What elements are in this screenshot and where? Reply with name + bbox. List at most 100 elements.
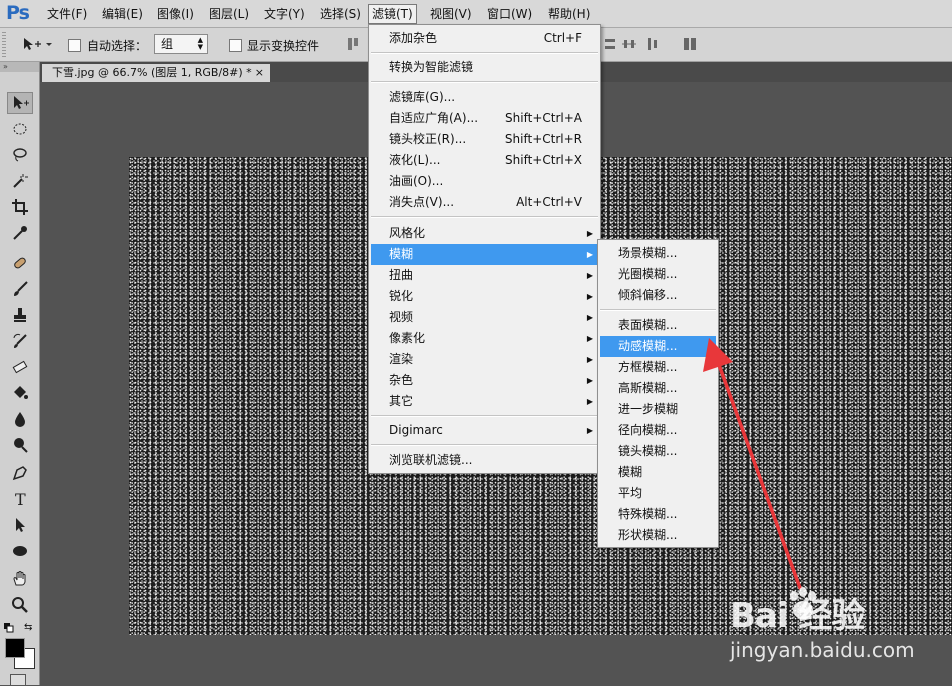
marquee-tool-icon[interactable]: [7, 118, 33, 140]
menu-item-video[interactable]: 视频 ▶: [371, 307, 598, 328]
hand-tool-icon[interactable]: [7, 568, 33, 590]
shortcut-label: Shift+Ctrl+A: [505, 111, 582, 125]
options-grip[interactable]: [2, 32, 6, 58]
submenu-item-radial-blur[interactable]: 径向模糊...: [600, 420, 716, 441]
submenu-item-box-blur[interactable]: 方框模糊...: [600, 357, 716, 378]
menu-item-oil-paint[interactable]: 油画(O)...: [371, 171, 598, 192]
menu-item-filter-gallery[interactable]: 滤镜库(G)...: [371, 87, 598, 108]
menu-type[interactable]: 文字(Y): [261, 4, 308, 24]
lasso-tool-icon[interactable]: [7, 144, 33, 166]
submenu-item-blur-more[interactable]: 进一步模糊: [600, 399, 716, 420]
zoom-tool-icon[interactable]: [7, 594, 33, 616]
paint-bucket-tool-icon[interactable]: [7, 382, 33, 404]
submenu-item-smart-blur[interactable]: 特殊模糊...: [600, 504, 716, 525]
brush-tool-icon[interactable]: [7, 278, 33, 300]
menu-item-blur[interactable]: 模糊 ▶: [371, 244, 598, 265]
submenu-item-gaussian-blur[interactable]: 高斯模糊...: [600, 378, 716, 399]
foreground-color-swatch[interactable]: [5, 638, 25, 658]
blur-submenu: 场景模糊... 光圈模糊... 倾斜偏移... 表面模糊... 动感模糊... …: [597, 239, 719, 548]
submenu-item-surface-blur[interactable]: 表面模糊...: [600, 315, 716, 336]
distribute-right-icon[interactable]: [645, 36, 659, 52]
submenu-arrow-icon: ▶: [586, 313, 593, 322]
menu-item-sharpen[interactable]: 锐化 ▶: [371, 286, 598, 307]
menu-item-convert-smart-filter[interactable]: 转换为智能滤镜: [371, 57, 598, 78]
ellipse-tool-icon[interactable]: [7, 540, 33, 562]
submenu-item-average[interactable]: 平均: [600, 483, 716, 504]
menu-item-vanishing-point[interactable]: 消失点(V)... Alt+Ctrl+V: [371, 192, 598, 213]
menu-item-lens-correction[interactable]: 镜头校正(R)... Shift+Ctrl+R: [371, 129, 598, 150]
align-top-icon[interactable]: [346, 36, 360, 52]
menu-help[interactable]: 帮助(H): [545, 4, 593, 24]
menu-separator: [371, 216, 598, 218]
watermark-url: jingyan.baidu.com: [730, 638, 915, 662]
swap-colors-icon[interactable]: ⇆: [24, 622, 32, 633]
menu-item-distort[interactable]: 扭曲 ▶: [371, 265, 598, 286]
menu-item-adaptive-wide-angle[interactable]: 自适应广角(A)... Shift+Ctrl+A: [371, 108, 598, 129]
submenu-item-lens-blur[interactable]: 镜头模糊...: [600, 441, 716, 462]
menu-item-add-noise[interactable]: 添加杂色 Ctrl+F: [371, 28, 598, 49]
submenu-item-field-blur[interactable]: 场景模糊...: [600, 243, 716, 264]
healing-brush-tool-icon[interactable]: [7, 252, 33, 274]
quick-mask-icon[interactable]: [10, 674, 26, 686]
submenu-item-iris-blur[interactable]: 光圈模糊...: [600, 264, 716, 285]
default-colors-icon[interactable]: [4, 622, 14, 633]
shortcut-label: Shift+Ctrl+R: [504, 132, 582, 146]
type-tool-icon[interactable]: T: [7, 488, 33, 510]
menu-file[interactable]: 文件(F): [44, 4, 90, 24]
menu-image[interactable]: 图像(I): [154, 4, 197, 24]
menu-item-browse-online-filters[interactable]: 浏览联机滤镜...: [371, 450, 598, 471]
menu-view[interactable]: 视图(V): [427, 4, 475, 24]
menu-item-pixelate[interactable]: 像素化 ▶: [371, 328, 598, 349]
menu-filter[interactable]: 滤镜(T): [368, 4, 417, 24]
menu-item-label: 模糊: [389, 247, 414, 261]
menu-item-stylize[interactable]: 风格化 ▶: [371, 223, 598, 244]
dodge-tool-icon[interactable]: [7, 434, 33, 456]
photoshop-logo: Ps: [6, 2, 30, 24]
menu-item-digimarc[interactable]: Digimarc ▶: [371, 420, 598, 441]
submenu-item-shape-blur[interactable]: 形状模糊...: [600, 525, 716, 546]
menu-window[interactable]: 窗口(W): [484, 4, 535, 24]
path-selection-tool-icon[interactable]: [7, 514, 33, 536]
auto-select-checkbox[interactable]: [68, 39, 81, 52]
menu-item-label: 油画(O)...: [389, 174, 444, 188]
spinner-arrows-icon: ▲ ▼: [197, 36, 203, 51]
menu-item-label: 锐化: [389, 289, 414, 303]
menu-layer[interactable]: 图层(L): [206, 4, 252, 24]
submenu-item-tilt-shift[interactable]: 倾斜偏移...: [600, 285, 716, 306]
move-tool-icon[interactable]: [7, 92, 33, 114]
history-brush-tool-icon[interactable]: [7, 330, 33, 352]
pen-tool-icon[interactable]: [7, 462, 33, 484]
submenu-arrow-icon: ▶: [586, 355, 593, 364]
auto-align-icon[interactable]: [683, 36, 697, 52]
blur-tool-icon[interactable]: [7, 408, 33, 430]
menu-edit[interactable]: 编辑(E): [99, 4, 146, 24]
magic-wand-tool-icon[interactable]: [7, 170, 33, 192]
eyedropper-tool-icon[interactable]: [7, 222, 33, 244]
submenu-item-blur[interactable]: 模糊: [600, 462, 716, 483]
document-tab[interactable]: 下雪.jpg @ 66.7% (图层 1, RGB/8#) * ×: [42, 64, 270, 82]
menu-select[interactable]: 选择(S): [317, 4, 364, 24]
distribute-center-icon[interactable]: [622, 36, 636, 52]
menu-item-noise[interactable]: 杂色 ▶: [371, 370, 598, 391]
eraser-tool-icon[interactable]: [7, 356, 33, 378]
clone-stamp-tool-icon[interactable]: [7, 304, 33, 326]
move-tool-preset-icon[interactable]: [22, 36, 52, 52]
menu-item-label: 其它: [389, 394, 414, 408]
menu-item-other[interactable]: 其它 ▶: [371, 391, 598, 412]
menu-item-label: Digimarc: [389, 423, 443, 437]
menu-item-liquify[interactable]: 液化(L)... Shift+Ctrl+X: [371, 150, 598, 171]
distribute-icon[interactable]: [603, 36, 617, 52]
menu-item-render[interactable]: 渲染 ▶: [371, 349, 598, 370]
show-transform-checkbox[interactable]: [229, 39, 242, 52]
menu-separator: [371, 81, 598, 83]
submenu-arrow-icon: ▶: [586, 229, 593, 238]
submenu-item-motion-blur[interactable]: 动感模糊...: [600, 336, 716, 357]
show-transform-label: 显示变换控件: [247, 39, 320, 53]
auto-select-dropdown[interactable]: 组 ▲ ▼: [154, 34, 208, 54]
toolbox-collapse-icon[interactable]: »: [0, 62, 39, 72]
crop-tool-icon[interactable]: [7, 196, 33, 218]
menu-separator: [371, 415, 598, 417]
close-tab-icon[interactable]: ×: [255, 64, 264, 82]
document-tab-title: 下雪.jpg @ 66.7% (图层 1, RGB/8#) *: [52, 66, 252, 79]
menu-separator: [371, 52, 598, 54]
